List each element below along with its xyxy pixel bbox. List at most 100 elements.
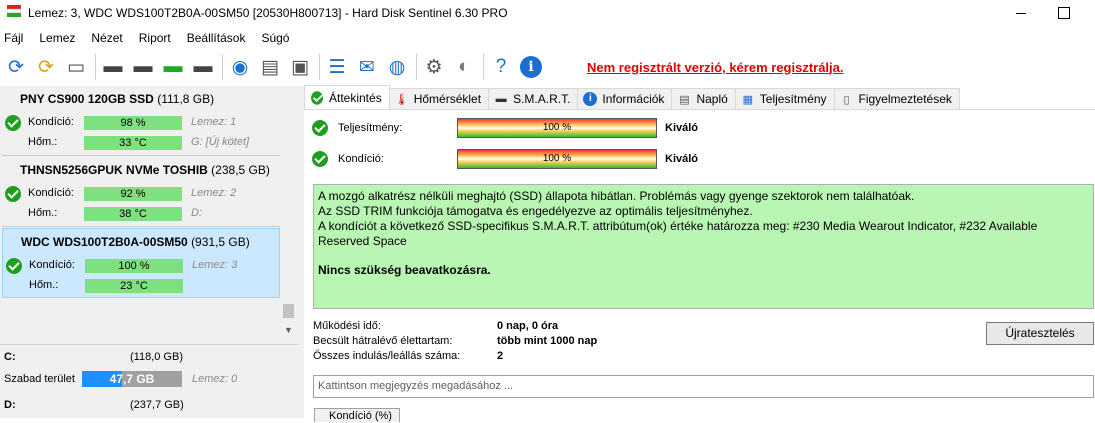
ok-check-icon — [6, 258, 22, 274]
gear-icon[interactable]: ⚙ — [420, 53, 448, 81]
web-icon[interactable]: ◍ — [383, 53, 411, 81]
menu-file[interactable]: Fájl — [0, 31, 31, 45]
email-icon[interactable]: ✉ — [353, 53, 381, 81]
sound-icon[interactable]: ◐ — [450, 53, 478, 81]
condition-bar: 100 % — [85, 259, 183, 273]
register-link[interactable]: Nem regisztrált verzió, kérem regisztrál… — [587, 60, 844, 75]
ok-check-icon — [312, 120, 328, 136]
status-description: A mozgó alkatrész nélküli meghajtó (SSD)… — [313, 184, 1094, 309]
lifetime-row: Becsült hátralévő élettartam: több mint … — [313, 335, 713, 350]
menu-view[interactable]: Nézet — [87, 31, 130, 45]
starts-row: Összes indulás/leállás száma: 2 — [313, 350, 713, 365]
starts-value: 2 — [497, 350, 504, 362]
disk-schedule-icon[interactable]: ▬ — [129, 53, 157, 81]
tab-bar: Áttekintés 🌡 Hőmérséklet ▬ S.M.A.R.T. i … — [304, 85, 1095, 110]
network-disk-icon[interactable]: ◉ — [226, 53, 254, 81]
disk-list-scrollbar[interactable]: ▼ — [280, 86, 297, 340]
overview-panel: Teljesítmény: 100 % Kiváló Kondíció: 100… — [304, 111, 1095, 422]
tab-label: Teljesítmény — [759, 92, 827, 106]
statistics: Működési idő: 0 nap, 0 óra Becsült hátra… — [313, 320, 713, 365]
refresh-icon[interactable]: ⟳ — [2, 53, 30, 81]
performance-gauge: 100 % — [457, 118, 657, 138]
partition-name: D: — [4, 399, 16, 411]
tab-log[interactable]: ▤ Napló — [671, 88, 736, 109]
disk-condition-row: Kondíció: 92 % Lemez: 2 — [2, 185, 280, 203]
lifetime-label: Becsült hátralévő élettartam: — [313, 335, 453, 347]
report-icon[interactable]: ☰ — [323, 53, 351, 81]
ok-check-icon — [5, 115, 21, 131]
alerts-icon: ▯ — [843, 93, 850, 106]
tab-alerts[interactable]: ▯ Figyelmeztetések — [833, 88, 960, 109]
lifetime-value: több mint 1000 nap — [497, 335, 598, 347]
info-icon[interactable]: i — [517, 53, 545, 81]
disk-check-icon[interactable]: ▬ — [159, 53, 187, 81]
disk-search-icon[interactable]: ▬ — [189, 53, 217, 81]
tab-label: Információk — [602, 92, 665, 106]
partition-name: C: — [4, 351, 16, 363]
menu-disk[interactable]: Lemez — [35, 31, 83, 45]
toolbar-separator — [222, 54, 223, 80]
minimize-button[interactable] — [999, 0, 1045, 27]
disk-item-1[interactable]: PNY CS900 120GB SSD (111,8 GB) Kondíció:… — [2, 86, 280, 156]
tab-label: Áttekintés — [329, 90, 382, 105]
maximize-button[interactable] — [1045, 0, 1091, 27]
tab-smart[interactable]: ▬ S.M.A.R.T. — [488, 88, 579, 109]
partition-size: (118,0 GB) — [130, 351, 183, 363]
starts-label: Összes indulás/leállás száma: — [313, 350, 461, 362]
info-icon: i — [583, 92, 598, 106]
disk-item-2[interactable]: THNSN5256GPUK NVMe TOSHIB (238,5 GB) Kon… — [2, 157, 280, 227]
disk-name: PNY CS900 120GB SSD (111,8 GB) — [20, 92, 215, 106]
condition-rating: Kiváló — [665, 153, 699, 165]
condition-row: Kondíció: 100 % Kiváló — [312, 149, 812, 171]
free-space-label: Szabad terület — [4, 373, 75, 385]
tab-performance[interactable]: ▦ Teljesítmény — [734, 88, 835, 109]
condition-label: Kondíció: — [338, 153, 384, 165]
free-space-value: 47,7 GB — [109, 372, 155, 386]
tab-label: Hőmérséklet — [413, 92, 482, 106]
help-icon[interactable]: ? — [487, 53, 515, 81]
menu-settings[interactable]: Beállítások — [183, 31, 254, 45]
performance-icon: ▦ — [742, 93, 753, 106]
computer-icon[interactable]: ▣ — [286, 53, 314, 81]
menu-help[interactable]: Súgó — [257, 31, 297, 45]
condition-label: Kondíció: — [28, 187, 74, 199]
tab-overview[interactable]: Áttekintés — [304, 85, 390, 109]
menu-bar: Fájl Lemez Nézet Riport Beállítások Súgó — [0, 27, 1095, 49]
ok-check-icon — [5, 186, 21, 202]
condition-label: Kondíció: — [28, 116, 74, 128]
server-icon[interactable]: ▤ — [256, 53, 284, 81]
temp-bar: 38 °C — [84, 207, 182, 221]
title-bar: Lemez: 3, WDC WDS100T2B0A-00SM50 [20530H… — [0, 0, 1095, 27]
drive-info: G: [Új kötet] — [191, 136, 250, 148]
disk-icon[interactable]: ▭ — [62, 53, 90, 81]
recommendation: Nincs szükség beavatkozásra. — [318, 263, 491, 277]
tab-label: Figyelmeztetések — [858, 92, 952, 106]
ok-check-icon — [312, 151, 328, 167]
disk-test-icon[interactable]: ▬ — [99, 53, 127, 81]
condition-bar: 98 % — [84, 116, 182, 130]
menu-report[interactable]: Riport — [135, 31, 179, 45]
status-line: Az SSD TRIM funkciója támogatva és enged… — [318, 204, 753, 218]
tab-information[interactable]: i Információk — [577, 88, 673, 109]
condition-chart-tab[interactable]: Kondíció (%) — [314, 408, 400, 422]
condition-gauge: 100 % — [457, 149, 657, 169]
partition-disk-index: Lemez: 0 — [192, 373, 238, 385]
refresh-warning-icon[interactable]: ⟳ — [32, 53, 60, 81]
partition-item-c[interactable]: C: (118,0 GB) Szabad terület 47,7 GB Lem… — [0, 351, 298, 391]
disk-temp-row: Hőm.: 38 °C D: — [2, 205, 280, 223]
disk-item-3[interactable]: WDC WDS100T2B0A-00SM50 (931,5 GB) Kondíc… — [2, 228, 280, 298]
performance-row: Teljesítmény: 100 % Kiváló — [312, 118, 812, 140]
disk-list: PNY CS900 120GB SSD (111,8 GB) Kondíció:… — [0, 86, 280, 340]
condition-bar: 92 % — [84, 187, 182, 201]
disk-index: Lemez: 1 — [191, 116, 237, 128]
scroll-down-icon[interactable]: ▼ — [284, 325, 293, 335]
retest-button[interactable]: Újratesztelés — [986, 322, 1094, 345]
partition-item-d[interactable]: D: (237,7 GB) — [0, 399, 298, 419]
disk-name: WDC WDS100T2B0A-00SM50 (931,5 GB) — [21, 235, 250, 249]
tab-temperature[interactable]: 🌡 Hőmérséklet — [388, 88, 490, 109]
disk-index: Lemez: 2 — [191, 187, 237, 199]
comment-input[interactable]: Kattintson megjegyzés megadásához ... — [313, 375, 1094, 398]
scrollbar-thumb[interactable] — [283, 304, 294, 318]
performance-label: Teljesítmény: — [338, 122, 403, 134]
window-title: Lemez: 3, WDC WDS100T2B0A-00SM50 [20530H… — [28, 6, 508, 20]
